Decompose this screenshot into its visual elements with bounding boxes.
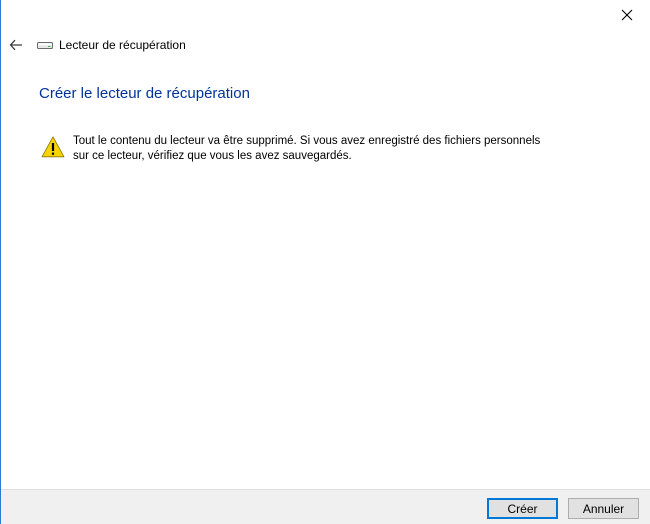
warning-icon: [41, 136, 65, 158]
warning-text: Tout le contenu du lecteur va être suppr…: [73, 134, 573, 164]
page-heading: Créer le lecteur de récupération: [39, 85, 250, 102]
recovery-drive-window: Lecteur de récupération Créer le lecteur…: [0, 0, 650, 524]
back-button[interactable]: [6, 35, 26, 55]
back-arrow-icon: [9, 39, 22, 51]
close-button[interactable]: [604, 0, 650, 30]
window-title-text: Lecteur de récupération: [59, 38, 186, 52]
cancel-button[interactable]: Annuler: [568, 498, 639, 519]
warning-text-line: Tout le contenu du lecteur va être suppr…: [73, 135, 541, 147]
warning-message: Tout le contenu du lecteur va être suppr…: [41, 134, 601, 164]
window-title: Lecteur de récupération: [37, 37, 186, 53]
create-button[interactable]: Créer: [487, 498, 558, 519]
footer-bar: Créer Annuler: [1, 489, 650, 524]
warning-text-line: sur ce lecteur, vérifiez que vous les av…: [73, 150, 352, 162]
close-icon: [621, 9, 633, 21]
drive-icon: [37, 42, 53, 49]
